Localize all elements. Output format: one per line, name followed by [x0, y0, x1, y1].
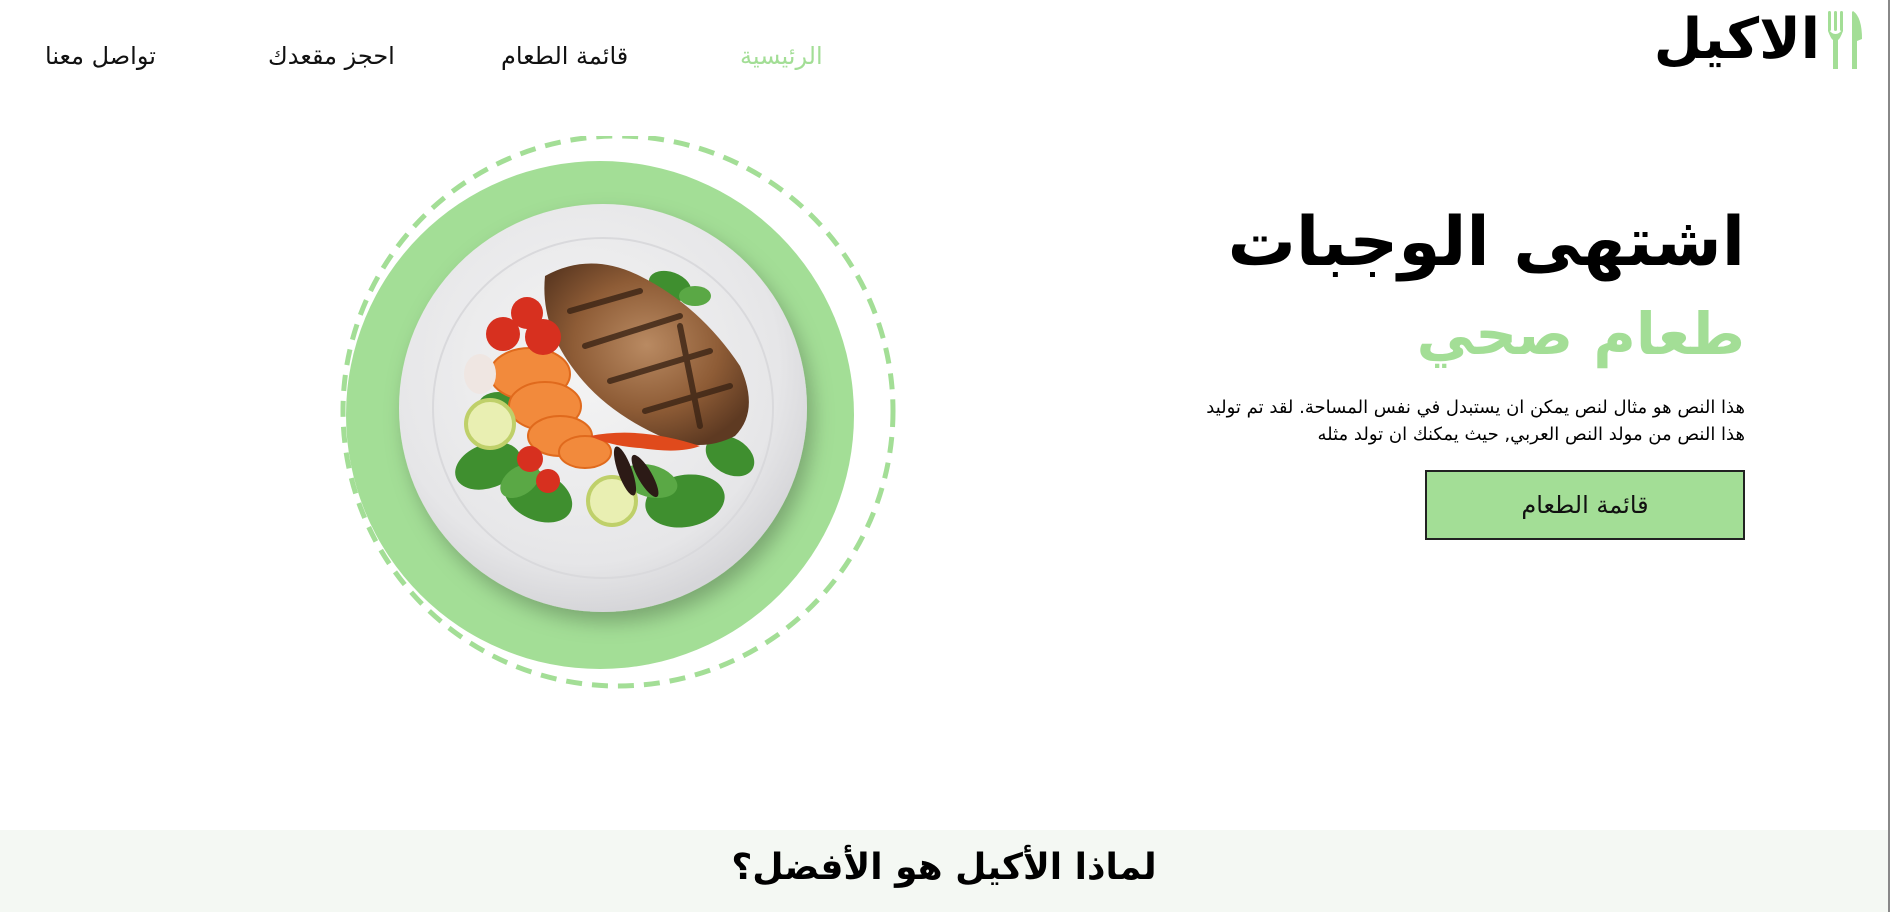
- nav-reserve[interactable]: احجز مقعدك: [268, 42, 395, 70]
- nav-home[interactable]: الرئيسية: [740, 42, 823, 70]
- main-nav: الرئيسية قائمة الطعام احجز مقعدك تواصل م…: [0, 42, 1890, 82]
- hero-title: اشتهى الوجبات: [1227, 203, 1745, 282]
- nav-contact[interactable]: تواصل معنا: [45, 42, 156, 70]
- hero-text: اشتهى الوجبات طعام صحي هذا النص هو مثال …: [1125, 198, 1745, 448]
- menu-button[interactable]: قائمة الطعام: [1425, 470, 1745, 540]
- why-section: لماذا الأكيل هو الأفضل؟: [0, 830, 1890, 912]
- why-title: لماذا الأكيل هو الأفضل؟: [731, 847, 1157, 888]
- nav-menu[interactable]: قائمة الطعام: [501, 42, 628, 70]
- hero-plate-image: [340, 136, 896, 689]
- hero-subtitle: طعام صحي: [1416, 300, 1745, 368]
- hero-description: هذا النص هو مثال لنص يمكن ان يستبدل في ن…: [1206, 397, 1745, 445]
